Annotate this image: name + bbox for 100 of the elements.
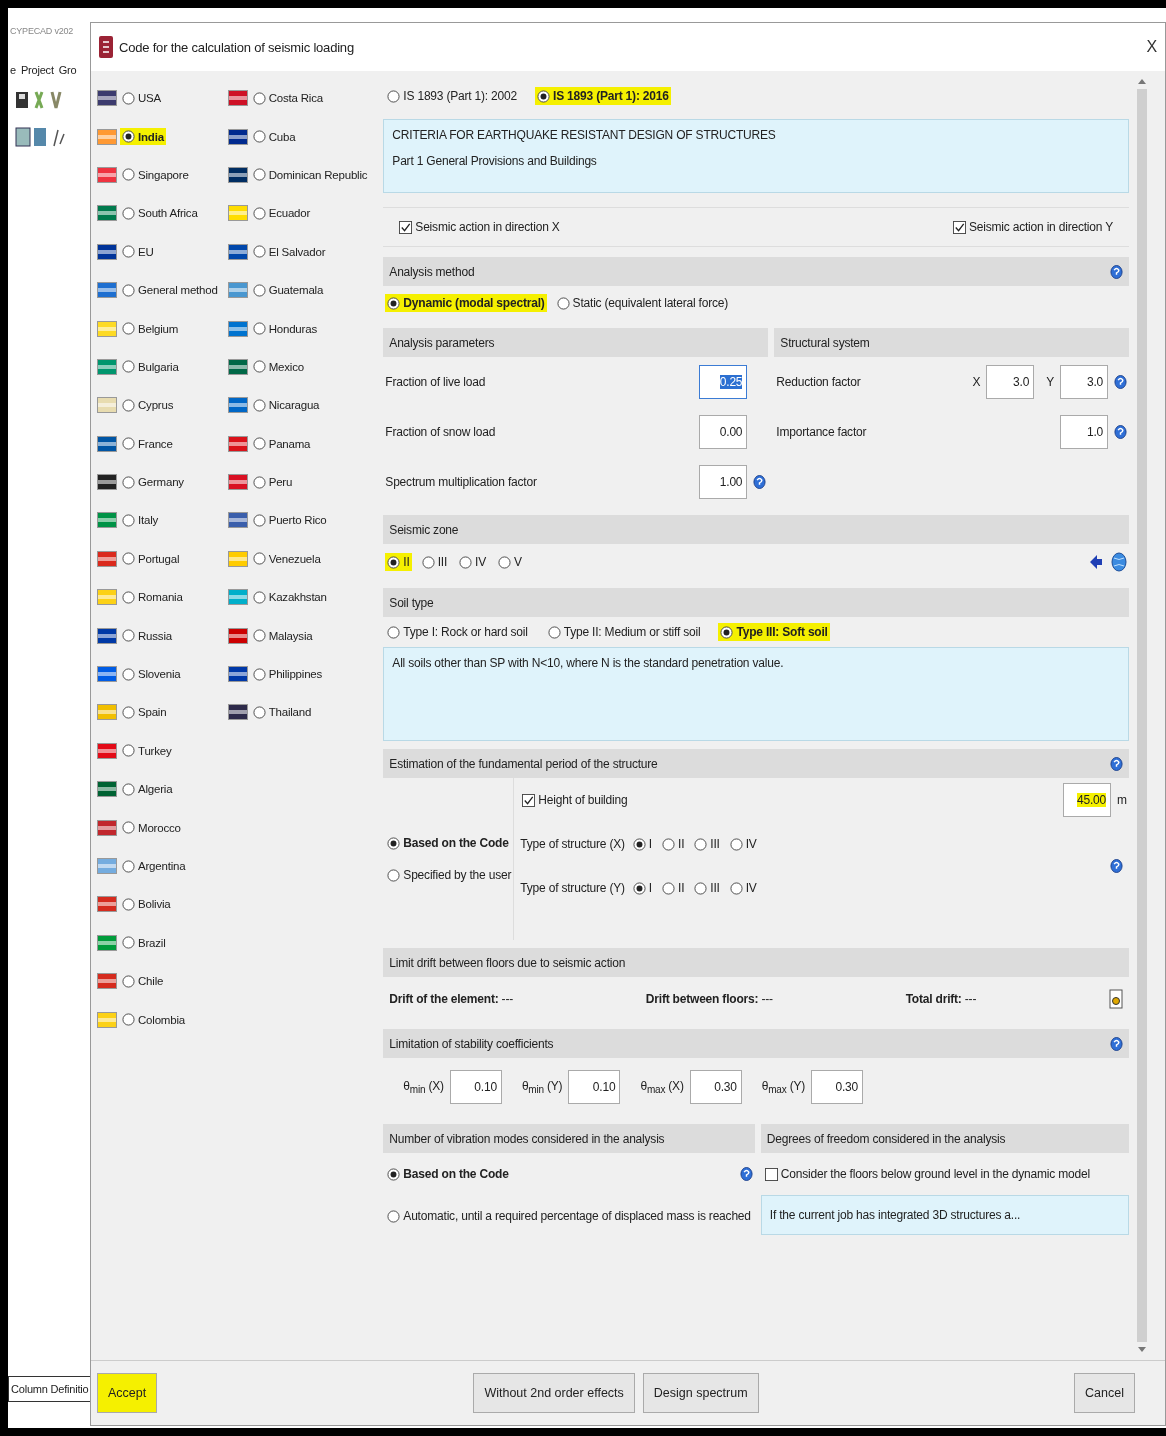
radio-option[interactable]: I (630, 879, 654, 897)
radio-button[interactable] (122, 168, 135, 182)
radio-button[interactable] (498, 555, 511, 569)
radio-button[interactable] (122, 936, 135, 950)
number-field[interactable]: 0.00 (699, 415, 748, 449)
help-icon[interactable] (1110, 755, 1123, 772)
radio-option[interactable]: Nicaragua (250, 396, 322, 414)
radio-option[interactable]: Automatic, until a required percentage of displaced mass is reached (385, 1207, 753, 1225)
radio-button[interactable] (122, 744, 135, 758)
bottom-tab[interactable]: Column Definitio (8, 1376, 92, 1402)
radio-button[interactable] (387, 625, 401, 639)
radio-option[interactable]: Ecuador (250, 204, 313, 222)
radio-option[interactable]: Algeria (120, 780, 175, 798)
number-field[interactable]: 0.30 (811, 1070, 864, 1104)
radio-option[interactable]: IS 1893 (Part 1): 2016 (535, 87, 671, 105)
radio-option[interactable]: Russia (120, 627, 174, 645)
radio-option[interactable]: Type II: Medium or stiff soil (545, 623, 703, 641)
radio-button[interactable] (387, 1209, 401, 1223)
radio-button[interactable] (632, 881, 646, 895)
radio-button[interactable] (252, 475, 266, 489)
radio-button[interactable] (252, 552, 266, 566)
radio-option[interactable]: IV (727, 879, 759, 897)
radio-button[interactable] (720, 625, 734, 639)
radio-option[interactable]: Spain (120, 703, 169, 721)
number-field[interactable]: 1.0 (1060, 415, 1108, 449)
radio-button[interactable] (252, 206, 266, 220)
radio-option[interactable]: Belgium (120, 320, 181, 338)
radio-button[interactable] (547, 625, 561, 639)
radio-option[interactable]: Morocco (120, 819, 183, 837)
radio-button[interactable] (252, 398, 266, 412)
radio-button[interactable] (387, 555, 401, 569)
radio-option[interactable]: Singapore (120, 166, 191, 184)
radio-option[interactable]: India (120, 128, 166, 146)
radio-option[interactable]: Philippines (250, 665, 325, 683)
checkbox[interactable] (952, 220, 966, 234)
radio-option[interactable]: Costa Rica (250, 89, 325, 107)
dialog-button[interactable]: Design spectrum (642, 1373, 759, 1413)
number-field[interactable]: 0.10 (568, 1070, 621, 1104)
radio-option[interactable]: Kazakhstan (250, 588, 329, 606)
radio-button[interactable] (122, 629, 135, 643)
radio-option[interactable]: Malaysia (250, 627, 315, 645)
radio-option[interactable]: Bolivia (120, 895, 173, 913)
help-icon[interactable] (1110, 858, 1123, 874)
radio-button[interactable] (459, 555, 473, 569)
help-icon[interactable] (1114, 374, 1127, 390)
radio-option[interactable]: El Salvador (250, 243, 328, 261)
radio-option[interactable]: V (496, 553, 524, 571)
help-icon[interactable] (1110, 263, 1123, 280)
radio-option[interactable]: USA (120, 89, 164, 107)
menu-item[interactable]: e (10, 64, 16, 76)
radio-button[interactable] (252, 130, 266, 144)
radio-button[interactable] (122, 667, 135, 681)
number-field[interactable]: 45.00 (1063, 783, 1111, 817)
radio-option[interactable]: Portugal (120, 550, 182, 568)
number-field[interactable]: 3.0 (1060, 365, 1108, 399)
globe-icon[interactable] (1111, 552, 1127, 572)
radio-button[interactable] (694, 881, 708, 895)
dialog-button[interactable]: Without 2nd order effects (473, 1373, 635, 1413)
radio-button[interactable] (252, 590, 266, 604)
radio-option[interactable]: Germany (120, 473, 186, 491)
number-field[interactable]: 0.30 (689, 1070, 742, 1104)
menu-item[interactable]: Gro (58, 64, 77, 76)
radio-button[interactable] (122, 398, 135, 412)
radio-button[interactable] (252, 245, 266, 259)
radio-button[interactable] (632, 837, 646, 851)
radio-button[interactable] (122, 322, 135, 336)
radio-button[interactable] (537, 89, 551, 103)
radio-button[interactable] (252, 283, 266, 297)
radio-button[interactable] (122, 782, 135, 796)
radio-option[interactable]: II (385, 553, 412, 571)
checkbox[interactable] (764, 1167, 778, 1181)
radio-option[interactable]: Honduras (250, 320, 319, 338)
number-field[interactable]: 0.10 (449, 1070, 502, 1104)
radio-option[interactable]: Chile (120, 972, 166, 990)
number-field[interactable]: 1.00 (699, 465, 748, 499)
radio-button[interactable] (387, 296, 401, 310)
radio-button[interactable] (252, 360, 266, 374)
radio-option[interactable]: Peru (250, 473, 295, 491)
radio-button[interactable] (122, 91, 135, 105)
radio-button[interactable] (122, 475, 135, 489)
radio-option[interactable]: Based on the Code (385, 1165, 511, 1183)
radio-button[interactable] (122, 705, 135, 719)
radio-option[interactable]: Cuba (250, 128, 298, 146)
checkbox[interactable] (399, 220, 413, 234)
radio-option[interactable]: Turkey (120, 742, 174, 760)
radio-button[interactable] (421, 555, 435, 569)
radio-button[interactable] (122, 130, 135, 144)
radio-button[interactable] (122, 437, 135, 451)
radio-option[interactable]: Dynamic (modal spectral) (385, 294, 547, 312)
radio-button[interactable] (729, 837, 743, 851)
radio-option[interactable]: Thailand (250, 703, 314, 721)
radio-button[interactable] (387, 836, 401, 850)
radio-button[interactable] (387, 868, 401, 882)
radio-button[interactable] (556, 296, 570, 310)
radio-option[interactable]: Colombia (120, 1011, 187, 1029)
radio-option[interactable]: Panama (250, 435, 313, 453)
radio-button[interactable] (387, 1167, 401, 1181)
scroll-up-icon[interactable] (1137, 77, 1147, 85)
radio-button[interactable] (122, 590, 135, 604)
radio-button[interactable] (122, 552, 135, 566)
